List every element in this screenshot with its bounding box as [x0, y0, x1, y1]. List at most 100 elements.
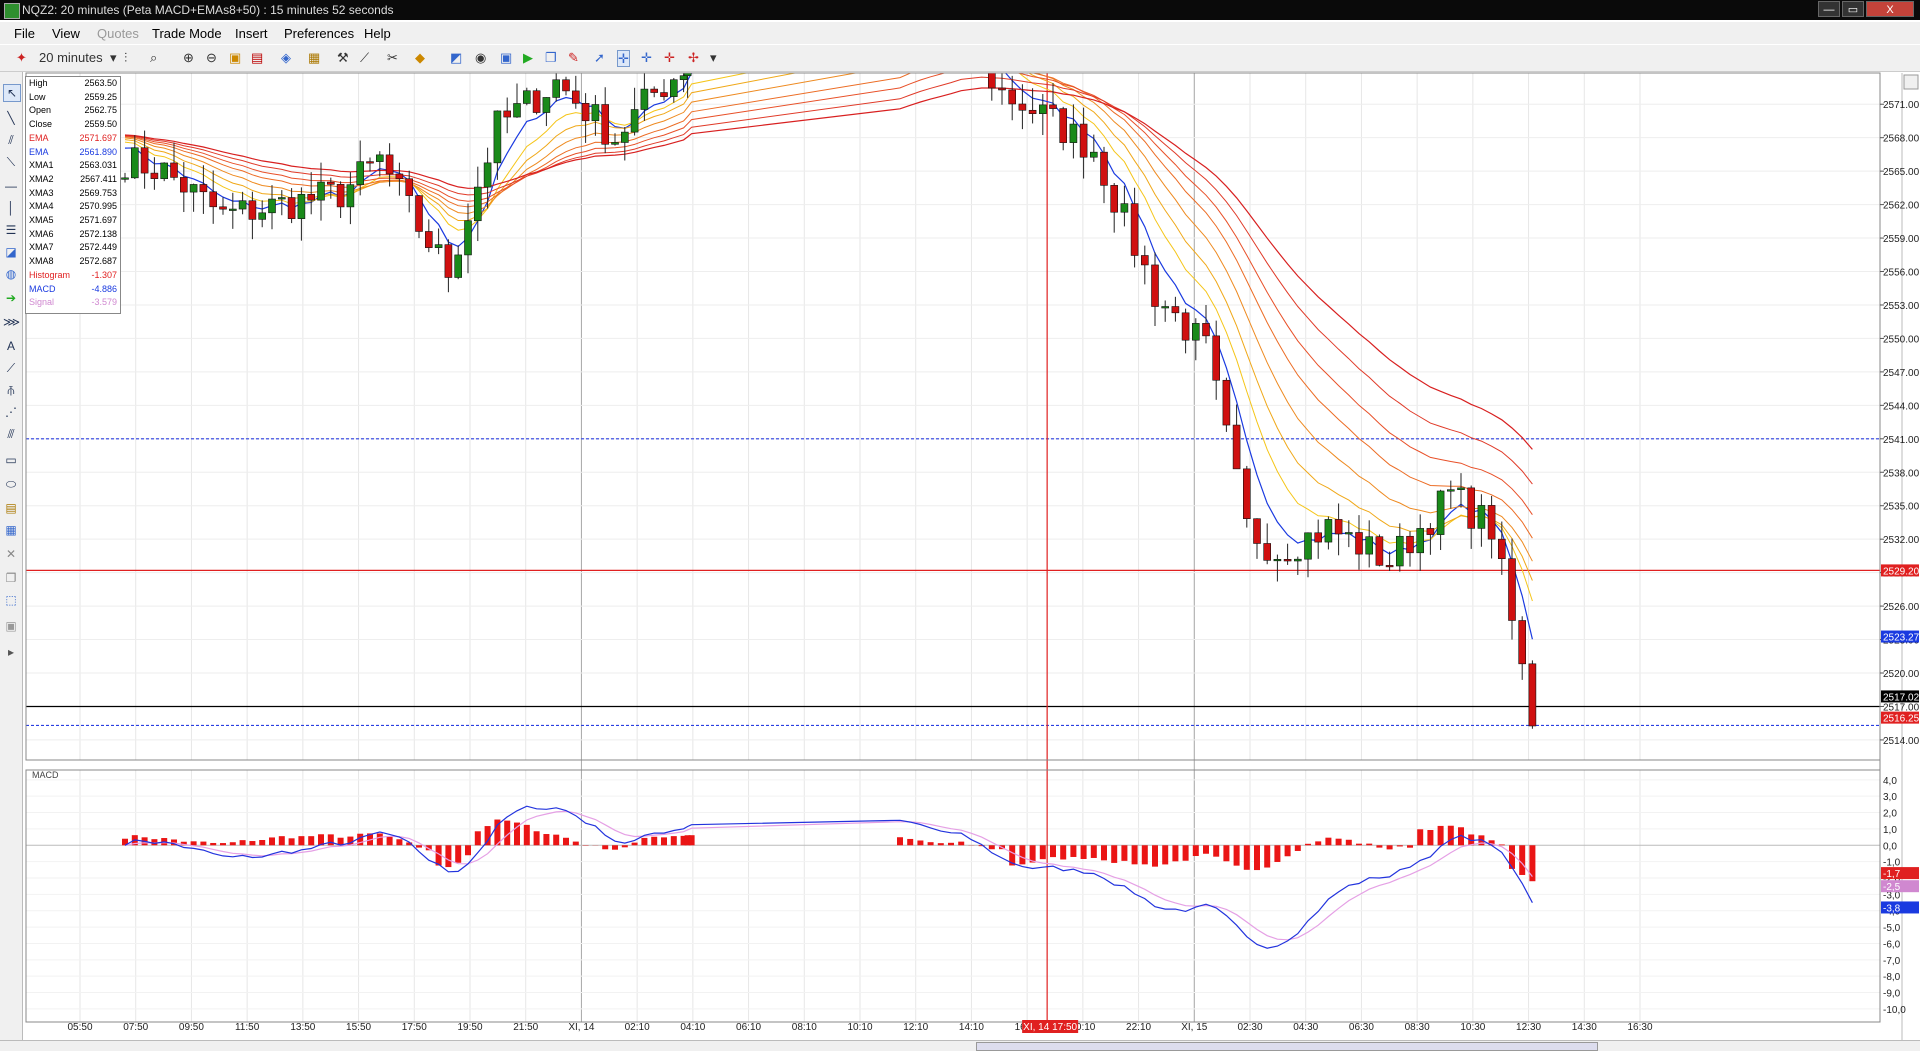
macd-histogram-bar — [475, 831, 481, 845]
price-tick-label: 2556.00 — [1883, 268, 1920, 279]
candle-up — [592, 105, 599, 121]
candle-down — [308, 194, 315, 200]
candle-down — [406, 179, 413, 196]
data-window-row: EMA2561.890 — [26, 146, 120, 160]
chart-canvas[interactable]: 05:5007:5009:5011:5013:5015:5017:5019:50… — [0, 0, 1920, 1040]
candle-up — [684, 64, 691, 75]
candle-down — [141, 148, 148, 173]
candle-up — [1396, 536, 1403, 566]
candle-up — [670, 80, 677, 97]
macd-histogram-bar — [938, 843, 944, 845]
candle-up — [523, 91, 530, 104]
macd-histogram-bar — [1213, 845, 1219, 856]
candle-up — [1345, 532, 1352, 534]
data-window-row: Close2559.50 — [26, 118, 120, 132]
candle-up — [543, 97, 550, 112]
price-tick-label: 2544.00 — [1883, 401, 1920, 412]
candle-down — [396, 174, 403, 179]
macd-histogram-bar — [1111, 845, 1117, 863]
data-window-label: XMA6 — [29, 228, 54, 242]
candle-up — [1070, 124, 1077, 143]
macd-histogram-bar — [191, 841, 197, 845]
macd-axis-label: -2,5 — [1883, 882, 1901, 893]
macd-histogram-bar — [1315, 841, 1321, 845]
candle-down — [1427, 528, 1434, 534]
price-tick-label: 2562.00 — [1883, 201, 1920, 212]
candle-down — [1376, 537, 1383, 566]
candle-up — [494, 111, 501, 163]
macd-histogram-bar — [897, 837, 903, 845]
data-window-value: 2561.890 — [79, 146, 117, 160]
data-window: High2563.50Low2559.25Open2562.75Close255… — [25, 76, 121, 314]
candle-down — [1488, 505, 1495, 539]
time-tick-label: 12:10 — [903, 1022, 928, 1033]
macd-histogram-bar — [1417, 829, 1423, 845]
candle-down — [572, 91, 579, 103]
macd-axis-label: -1,7 — [1883, 869, 1901, 880]
price-tick-label: 2532.00 — [1883, 535, 1920, 546]
data-window-row: XMA62572.138 — [26, 228, 120, 242]
candle-up — [1447, 490, 1454, 492]
macd-histogram-bar — [1060, 845, 1066, 859]
macd-tick-label: -5,0 — [1883, 923, 1901, 934]
macd-histogram-bar — [1376, 845, 1382, 847]
candle-up — [1090, 152, 1097, 157]
data-window-row: MACD-4.886 — [26, 283, 120, 297]
data-window-value: 2562.75 — [84, 104, 117, 118]
data-window-value: 2571.697 — [79, 214, 117, 228]
candle-up — [1274, 559, 1281, 561]
data-window-row: EMA2571.697 — [26, 132, 120, 146]
macd-histogram-bar — [1264, 845, 1270, 867]
macd-histogram-bar — [1040, 845, 1046, 859]
candle-down — [1335, 519, 1342, 534]
candle-down — [563, 80, 570, 91]
macd-axis-label: -3,8 — [1883, 903, 1901, 914]
macd-histogram-bar — [641, 838, 647, 845]
macd-histogram-bar — [308, 836, 314, 845]
price-panel-frame — [26, 73, 1880, 760]
time-tick-label: 02:30 — [1237, 1022, 1262, 1033]
macd-histogram-bar — [543, 834, 549, 845]
macd-histogram-bar — [524, 825, 530, 845]
candle-down — [602, 105, 609, 145]
candle-down — [1050, 105, 1057, 109]
data-window-row: XMA72572.449 — [26, 241, 120, 255]
ema-ribbon — [125, 27, 1532, 640]
macd-histogram-bar — [602, 845, 608, 849]
candle-down — [1284, 559, 1291, 561]
macd-histogram-bar — [289, 838, 295, 845]
data-window-value: 2563.031 — [79, 159, 117, 173]
horizontal-scrollbar[interactable] — [0, 1040, 1920, 1051]
ema-line — [125, 58, 1532, 539]
macd-histogram-bar — [553, 835, 559, 846]
data-window-row: XMA22567.411 — [26, 173, 120, 187]
macd-histogram-bar — [1234, 845, 1240, 865]
data-window-row: Signal-3.579 — [26, 296, 120, 310]
macd-histogram-bar — [1254, 845, 1260, 870]
macd-histogram-bar — [1519, 845, 1525, 875]
candle-down — [1141, 255, 1148, 264]
candle-up — [1294, 559, 1301, 561]
macd-histogram-bar — [1244, 845, 1250, 870]
candle-down — [180, 177, 187, 192]
time-tick-label: 13:50 — [290, 1022, 315, 1033]
macd-histogram-bar — [1336, 839, 1342, 846]
candle-up — [229, 209, 236, 211]
macd-histogram-bar — [907, 839, 913, 845]
candle-up — [190, 184, 197, 192]
macd-histogram-bar — [1142, 845, 1148, 864]
macd-histogram-bar — [1223, 845, 1229, 861]
candle-down — [1529, 664, 1536, 726]
time-tick-label: 08:30 — [1405, 1022, 1430, 1033]
macd-histogram-bar — [298, 836, 304, 845]
candle-up — [376, 155, 383, 162]
candle-down — [661, 93, 668, 97]
macd-histogram-bar — [1070, 845, 1076, 857]
macd-histogram-bar — [1050, 845, 1056, 857]
candle-down — [1019, 104, 1026, 110]
candle-down — [651, 89, 658, 92]
macd-tick-label: -10,0 — [1883, 1005, 1906, 1016]
candle-down — [1182, 313, 1189, 340]
candle-down — [978, 55, 985, 58]
candle-up — [318, 182, 325, 200]
